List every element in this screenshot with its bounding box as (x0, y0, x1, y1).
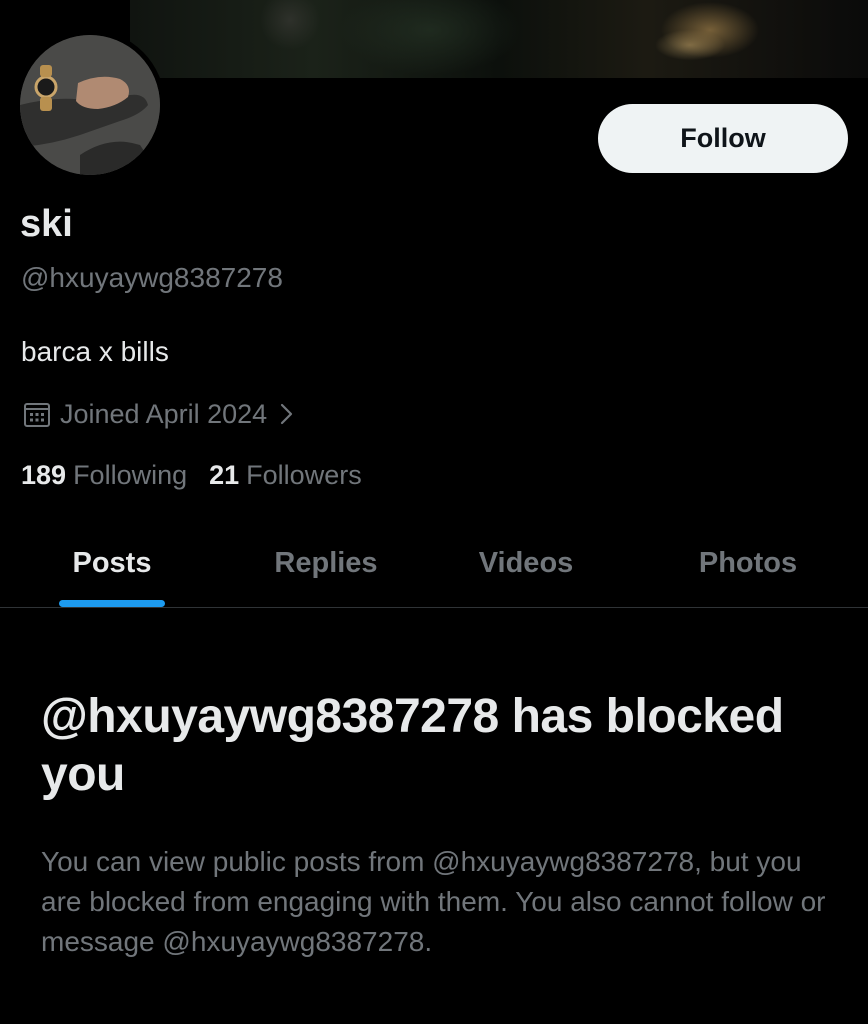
profile-stats: 189 Following 21 Followers (21, 460, 384, 491)
follow-button[interactable]: Follow (598, 104, 848, 173)
banner-image (130, 0, 868, 78)
profile-bio: barca x bills (21, 336, 169, 367)
followers-link[interactable]: 21 Followers (209, 460, 362, 491)
display-name: ski (20, 203, 73, 245)
profile-tabs: Posts Replies Videos Photos (0, 520, 868, 608)
following-count: 189 (21, 460, 67, 490)
profile-page: Follow ski @hxuyaywg8387278 barca x bill… (0, 0, 868, 1024)
calendar-icon (24, 403, 50, 427)
followers-count: 21 (209, 460, 240, 490)
tab-videos[interactable]: Videos (440, 520, 612, 606)
following-label: Following (73, 460, 188, 490)
profile-handle: @hxuyaywg8387278 (21, 262, 283, 293)
followers-label: Followers (246, 460, 362, 490)
avatar-image (20, 35, 160, 175)
following-link[interactable]: 189 Following (21, 460, 187, 491)
blocked-heading: @hxuyaywg8387278 has blocked you (41, 690, 784, 801)
tab-replies[interactable]: Replies (236, 520, 416, 606)
tab-photos[interactable]: Photos (660, 520, 836, 606)
active-tab-indicator (59, 600, 165, 607)
tab-posts[interactable]: Posts (24, 520, 200, 606)
avatar[interactable] (15, 30, 165, 180)
tabs-divider (0, 607, 868, 608)
joined-date-link[interactable]: Joined April 2024 (22, 397, 297, 431)
blocked-message: You can view public posts from @hxuyaywg… (41, 846, 826, 957)
chevron-right-icon (281, 403, 293, 425)
joined-date-text: Joined April 2024 (60, 398, 268, 429)
